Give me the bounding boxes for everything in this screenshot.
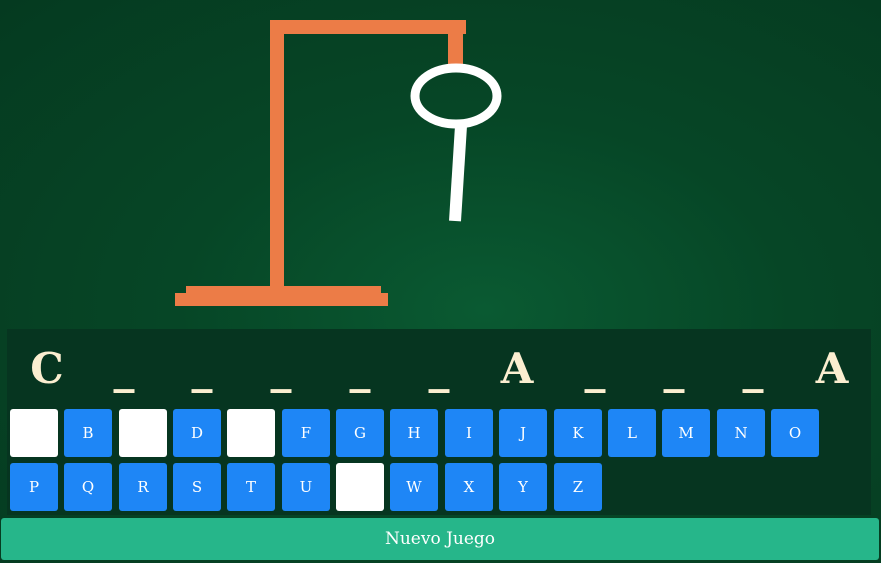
head-ring [410, 63, 502, 129]
key-o[interactable]: O [771, 409, 819, 457]
game-panel: C _ _ _ _ _ A _ _ _ A ABCDEFGHIJKLMNOPQRSTUVWXYZ [7, 329, 871, 515]
key-u[interactable]: U [282, 463, 330, 511]
gallows-post [270, 20, 284, 290]
key-m[interactable]: M [662, 409, 710, 457]
key-s[interactable]: S [173, 463, 221, 511]
key-q[interactable]: Q [64, 463, 112, 511]
key-i[interactable]: I [445, 409, 493, 457]
new-game-button[interactable]: Nuevo Juego [1, 518, 879, 560]
word-letter-slot: C [30, 344, 64, 393]
key-x[interactable]: X [445, 463, 493, 511]
key-r[interactable]: R [119, 463, 167, 511]
hangman-drawing [175, 20, 502, 306]
key-g[interactable]: G [336, 409, 384, 457]
key-z[interactable]: Z [554, 463, 602, 511]
key-w[interactable]: W [390, 463, 438, 511]
gallows-beam [270, 20, 466, 34]
key-c: C [119, 409, 167, 457]
word-letter-slot: A [815, 344, 849, 393]
key-e: E [227, 409, 275, 457]
word-letter-slot: _ [191, 344, 213, 393]
key-l[interactable]: L [608, 409, 656, 457]
word-display: C _ _ _ _ _ A _ _ _ A [7, 329, 871, 407]
gallows-rope-hook [448, 20, 463, 68]
key-k[interactable]: K [554, 409, 602, 457]
key-p[interactable]: P [10, 463, 58, 511]
key-a: A [10, 409, 58, 457]
key-n[interactable]: N [717, 409, 765, 457]
word-letter-slot: _ [113, 344, 135, 393]
word-letter-slot: _ [742, 344, 764, 393]
body-line [449, 125, 467, 222]
word-letter-slot: _ [270, 344, 292, 393]
key-h[interactable]: H [390, 409, 438, 457]
key-f[interactable]: F [282, 409, 330, 457]
key-v: V [336, 463, 384, 511]
key-y[interactable]: Y [499, 463, 547, 511]
key-b[interactable]: B [64, 409, 112, 457]
word-letter-slot: _ [663, 344, 685, 393]
word-letter-slot: _ [584, 344, 606, 393]
word-letter-slot: A [500, 344, 534, 393]
word-letter-slot: _ [349, 344, 371, 393]
key-d[interactable]: D [173, 409, 221, 457]
key-j[interactable]: J [499, 409, 547, 457]
word-letter-slot: _ [428, 344, 450, 393]
key-t[interactable]: T [227, 463, 275, 511]
